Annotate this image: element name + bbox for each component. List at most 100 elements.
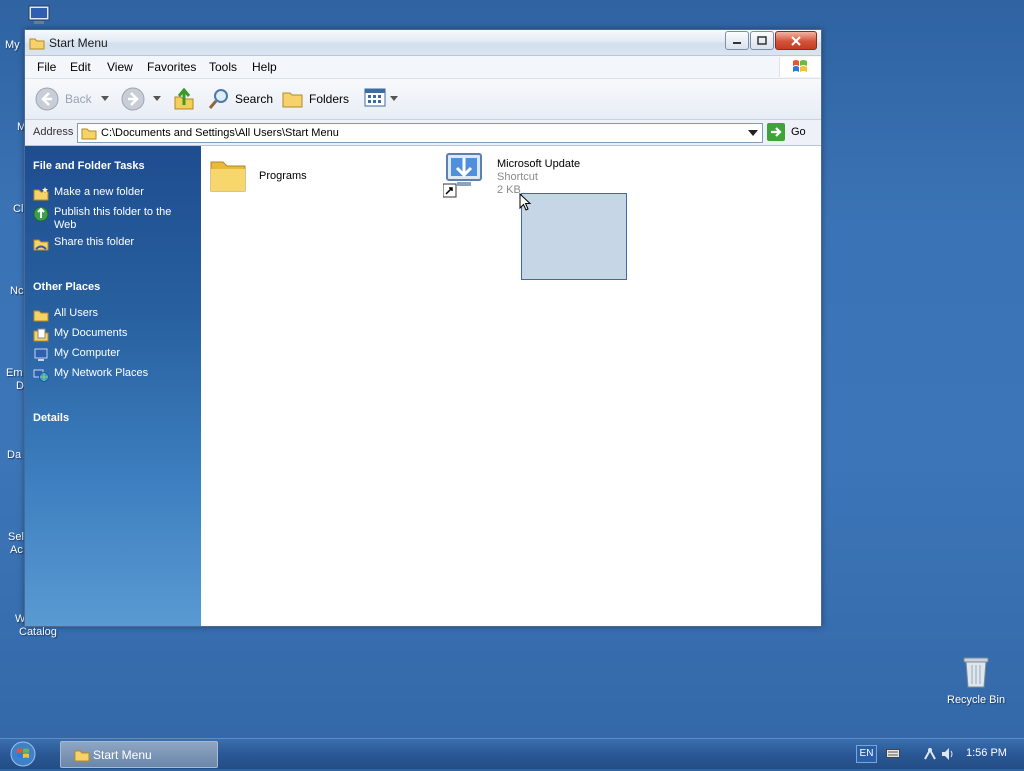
close-icon	[791, 35, 801, 46]
recycle-bin-desktop-icon[interactable]: Recycle Bin	[940, 655, 1012, 711]
minimize-button[interactable]	[725, 31, 749, 50]
address-field[interactable]: C:\Documents and Settings\All Users\Star…	[77, 123, 763, 143]
other-places-heading[interactable]: Other Places	[33, 281, 100, 293]
file-view[interactable]: Programs Microsoft Update Shortcut 2 KB	[201, 146, 821, 626]
maximize-icon	[757, 35, 767, 45]
desktop-label-catalog[interactable]: Catalog	[19, 626, 57, 638]
volume-tray-icon[interactable]	[940, 746, 956, 762]
menu-bar: File Edit View Favorites Tools Help	[25, 56, 821, 79]
menu-favorites[interactable]: Favorites	[147, 60, 196, 74]
address-dropdown-button[interactable]	[744, 124, 761, 142]
desktop-label-my[interactable]: My	[5, 39, 20, 51]
publish-folder-label: Publish this folder to the Web	[54, 206, 172, 231]
menu-help[interactable]: Help	[252, 60, 277, 74]
menu-edit[interactable]: Edit	[70, 60, 91, 74]
views-button[interactable]	[363, 87, 399, 111]
taskbar: Start Menu EN 1:56 PM	[0, 738, 1024, 769]
folder-icon	[81, 128, 97, 140]
desktop-label-d[interactable]: D	[16, 380, 24, 392]
my-network-places-label: My Network Places	[54, 367, 149, 379]
explorer-window: Start Menu File Edit View Favorites Tool…	[24, 29, 822, 627]
windows-orb-icon	[10, 741, 36, 767]
my-computer-label: My Computer	[54, 347, 121, 359]
chevron-down-icon	[390, 96, 398, 101]
make-new-folder-label: Make a new folder	[54, 186, 144, 198]
chevron-down-icon	[101, 96, 109, 101]
microsoft-update-icon	[442, 153, 482, 198]
item-type-label: Shortcut	[497, 171, 538, 183]
start-button[interactable]	[8, 740, 42, 768]
my-computer-desktop-icon[interactable]	[26, 4, 52, 26]
share-folder-icon	[33, 239, 49, 251]
desktop-label-sel[interactable]: Sel	[8, 531, 24, 543]
maximize-button[interactable]	[750, 31, 774, 50]
my-documents-link[interactable]: My Documents	[33, 327, 127, 343]
programs-folder-item[interactable]: Programs	[209, 156, 409, 196]
task-pane: File and Folder Tasks Make a new folder …	[25, 146, 201, 626]
search-button[interactable]: Search	[207, 87, 273, 111]
up-folder-button[interactable]	[173, 87, 195, 111]
folders-button[interactable]: Folders	[281, 87, 353, 111]
back-button[interactable]: Back	[35, 87, 115, 111]
go-arrow-icon	[767, 123, 785, 141]
folder-icon	[29, 38, 45, 50]
my-documents-icon	[33, 328, 49, 342]
go-label: Go	[791, 126, 806, 138]
close-button[interactable]	[775, 31, 817, 50]
desktop-label-ac[interactable]: Ac	[10, 544, 23, 556]
chevron-down-icon	[748, 130, 758, 136]
drag-selection-rectangle	[521, 193, 627, 280]
menu-file[interactable]: File	[37, 60, 56, 74]
address-bar: Address C:\Documents and Settings\All Us…	[25, 120, 821, 146]
publish-web-icon	[33, 206, 49, 222]
folder-icon	[33, 310, 49, 322]
file-folder-tasks-heading[interactable]: File and Folder Tasks	[33, 160, 145, 172]
publish-folder-link[interactable]: Publish this folder to the Web	[33, 206, 193, 232]
taskbar-button-label: Start Menu	[93, 748, 152, 762]
minimize-icon	[733, 41, 741, 44]
search-label: Search	[235, 92, 274, 106]
network-tray-icon[interactable]	[922, 746, 938, 762]
computer-icon	[34, 348, 48, 361]
all-users-label: All Users	[54, 307, 99, 319]
my-computer-link[interactable]: My Computer	[33, 347, 120, 363]
up-folder-icon	[174, 87, 194, 110]
share-folder-link[interactable]: Share this folder	[33, 236, 134, 252]
menu-view[interactable]: View	[107, 60, 133, 74]
forward-button[interactable]	[121, 87, 165, 111]
title-bar[interactable]: Start Menu	[25, 30, 821, 56]
my-documents-label: My Documents	[54, 327, 128, 339]
go-button[interactable]: Go	[767, 123, 815, 142]
toolbar: Back Search Folders	[25, 79, 821, 120]
back-label: Back	[65, 92, 92, 106]
recycle-bin-icon	[963, 657, 989, 688]
desktop-label-nc[interactable]: Nc	[10, 285, 23, 297]
window-title: Start Menu	[49, 36, 108, 50]
network-places-icon	[33, 369, 49, 382]
folders-label: Folders	[309, 92, 350, 106]
windows-logo-icon	[793, 60, 807, 72]
mouse-cursor-icon	[519, 193, 532, 211]
desktop-label-da[interactable]: Da	[7, 449, 21, 461]
keyboard-icon[interactable]	[886, 749, 900, 759]
menu-tools[interactable]: Tools	[209, 60, 237, 74]
windows-logo-area	[779, 57, 820, 77]
computer-icon	[28, 5, 50, 24]
share-folder-label: Share this folder	[54, 236, 135, 248]
all-users-link[interactable]: All Users	[33, 307, 98, 323]
item-size-label: 2 KB	[497, 184, 521, 196]
search-icon	[208, 89, 228, 109]
language-indicator[interactable]: EN	[856, 745, 877, 763]
microsoft-update-label: Microsoft Update	[497, 158, 581, 170]
new-folder-icon	[33, 187, 49, 201]
my-network-places-link[interactable]: My Network Places	[33, 367, 148, 383]
desktop-label-em[interactable]: Em	[6, 367, 23, 379]
desktop-label-cl[interactable]: Cl	[13, 203, 23, 215]
clock[interactable]: 1:56 PM	[966, 747, 1007, 759]
address-value: C:\Documents and Settings\All Users\Star…	[101, 127, 339, 139]
details-heading[interactable]: Details	[33, 412, 69, 424]
recycle-bin-label: Recycle Bin	[947, 694, 1006, 706]
forward-arrow-icon	[121, 87, 145, 111]
taskbar-button-start-menu[interactable]: Start Menu	[60, 741, 218, 768]
make-new-folder-link[interactable]: Make a new folder	[33, 186, 144, 202]
